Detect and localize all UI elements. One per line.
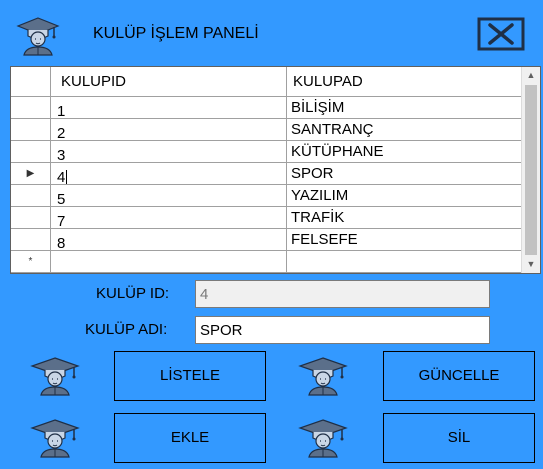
graduate-icon <box>16 16 60 56</box>
text-caret <box>66 170 68 184</box>
cell-kulupad[interactable]: BİLİŞİM <box>287 97 522 119</box>
table-row[interactable]: 2 SANTRANÇ <box>11 119 522 141</box>
graduate-icon <box>296 356 350 396</box>
scroll-up-arrow-icon[interactable]: ▲ <box>522 67 540 84</box>
column-header-kulupad[interactable]: KULUPAD <box>287 67 522 97</box>
update-button[interactable]: GÜNCELLE <box>383 351 535 401</box>
scrollbar-thumb[interactable] <box>525 85 537 255</box>
close-button[interactable] <box>477 17 525 51</box>
kulup-adi-field[interactable] <box>195 316 490 344</box>
table-row[interactable]: 7 TRAFİK <box>11 207 522 229</box>
cell-kulupad[interactable]: KÜTÜPHANE <box>287 141 522 163</box>
table-row[interactable]: 1 BİLİŞİM <box>11 97 522 119</box>
club-grid[interactable]: KULUPID KULUPAD 1 BİLİŞİM 2 SANTRANÇ 3 K… <box>10 66 541 274</box>
grid-header: KULUPID KULUPAD <box>11 67 522 97</box>
row-header[interactable] <box>11 185 51 207</box>
add-button[interactable]: EKLE <box>114 413 266 463</box>
cell-kulupad-new[interactable] <box>287 251 522 273</box>
cell-kulupid[interactable]: 3 <box>51 141 287 163</box>
table-row[interactable]: 3 KÜTÜPHANE <box>11 141 522 163</box>
cell-kulupid[interactable]: 4 <box>57 169 65 184</box>
cell-kulupid[interactable]: 5 <box>51 185 287 207</box>
cell-kulupid[interactable]: 2 <box>51 119 287 141</box>
scroll-down-arrow-icon[interactable]: ▼ <box>522 256 540 273</box>
current-row-marker[interactable]: ▶ <box>11 163 51 185</box>
graduate-icon <box>296 418 350 458</box>
kulup-id-field[interactable] <box>195 280 490 308</box>
kulup-adi-label: KULÜP ADI: <box>85 321 168 338</box>
row-header[interactable] <box>11 207 51 229</box>
close-icon[interactable] <box>477 17 525 51</box>
row-header[interactable] <box>11 119 51 141</box>
row-header[interactable] <box>11 97 51 119</box>
delete-button[interactable]: SİL <box>383 413 535 463</box>
column-header-kulupid[interactable]: KULUPID <box>51 67 287 97</box>
table-row-selected[interactable]: ▶ 4 SPOR <box>11 163 522 185</box>
vertical-scrollbar[interactable]: ▲ ▼ <box>521 67 540 273</box>
cell-kulupad[interactable]: YAZILIM <box>287 185 522 207</box>
cell-kulupid[interactable]: 1 <box>51 97 287 119</box>
graduate-icon <box>28 356 82 396</box>
row-header-corner <box>11 67 51 97</box>
cell-kulupad[interactable]: SANTRANÇ <box>287 119 522 141</box>
kulup-id-label: KULÜP ID: <box>96 285 170 302</box>
cell-kulupid[interactable]: 8 <box>51 229 287 251</box>
graduate-icon <box>28 418 82 458</box>
cell-kulupid[interactable]: 7 <box>51 207 287 229</box>
table-row[interactable]: 8 FELSEFE <box>11 229 522 251</box>
cell-kulupad[interactable]: TRAFİK <box>287 207 522 229</box>
cell-kulupid-editing[interactable]: 4 <box>51 163 287 185</box>
cell-kulupad[interactable]: FELSEFE <box>287 229 522 251</box>
table-row[interactable]: 5 YAZILIM <box>11 185 522 207</box>
cell-kulupad[interactable]: SPOR <box>287 163 522 185</box>
row-header[interactable] <box>11 229 51 251</box>
page-title: KULÜP İŞLEM PANELİ <box>93 25 259 42</box>
new-row-marker[interactable]: * <box>11 251 51 273</box>
row-header[interactable] <box>11 141 51 163</box>
cell-kulupid-new[interactable] <box>51 251 287 273</box>
list-button[interactable]: LİSTELE <box>114 351 266 401</box>
new-row[interactable]: * <box>11 251 522 273</box>
